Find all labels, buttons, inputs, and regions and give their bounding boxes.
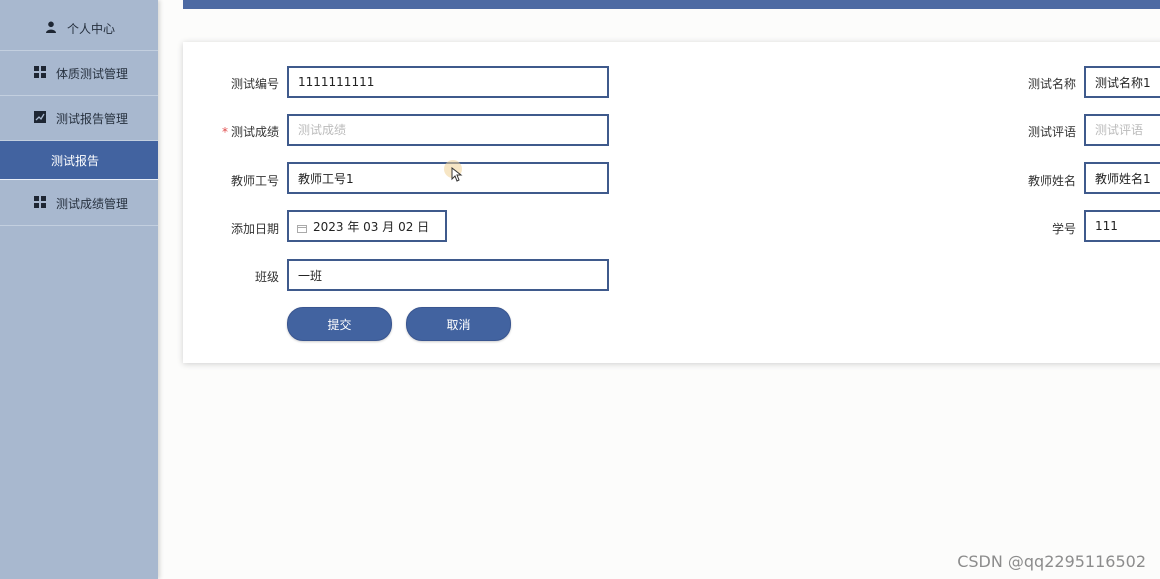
calendar-icon <box>297 222 307 233</box>
test-score-input[interactable] <box>287 114 609 146</box>
sidebar-item-label: 个人中心 <box>67 21 116 36</box>
cancel-button[interactable]: 取消 <box>406 307 511 341</box>
sidebar-item-label: 体质测试管理 <box>56 66 129 81</box>
test-name-label: 测试名称 <box>1027 77 1076 91</box>
sidebar-item-label: 测试成绩管理 <box>56 196 129 211</box>
student-no-input[interactable] <box>1084 210 1160 242</box>
teacher-name-input[interactable] <box>1084 162 1160 194</box>
teacher-name-label: 教师姓名 <box>1027 174 1076 188</box>
sidebar-item-label: 测试报告管理 <box>56 111 129 126</box>
test-no-input[interactable] <box>287 66 609 98</box>
date-picker[interactable]: 2023 年 03 月 02 日 <box>287 210 447 242</box>
sidebar-item-label: 测试报告 <box>51 153 100 168</box>
sidebar: 个人中心 体质测试管理 测试报告管理 测试报告 测试成绩管理 <box>0 0 158 579</box>
class-label: 班级 <box>254 270 279 284</box>
test-comment-input[interactable] <box>1084 114 1160 146</box>
watermark: CSDN @qq2295116502 <box>957 552 1146 571</box>
class-input[interactable] <box>287 259 609 291</box>
chart-icon <box>34 111 46 123</box>
mouse-cursor-icon <box>451 166 463 183</box>
sidebar-item-profile[interactable]: 个人中心 <box>0 6 158 51</box>
sidebar-item-report-management[interactable]: 测试报告管理 <box>0 96 158 141</box>
add-date-label: 添加日期 <box>230 222 279 236</box>
test-score-label: * 测试成绩 <box>222 123 279 140</box>
test-score-label-text: 测试成绩 <box>230 125 279 139</box>
required-mark: * <box>221 125 228 139</box>
submit-button[interactable]: 提交 <box>287 307 392 341</box>
student-no-label: 学号 <box>1051 222 1076 236</box>
sidebar-item-score-management[interactable]: 测试成绩管理 <box>0 181 158 226</box>
sidebar-item-report[interactable]: 测试报告 <box>0 141 158 180</box>
test-comment-label: 测试评语 <box>1027 125 1076 139</box>
sidebar-item-fitness-test[interactable]: 体质测试管理 <box>0 51 158 96</box>
test-name-input[interactable] <box>1084 66 1160 98</box>
test-no-label: 测试编号 <box>230 77 279 91</box>
grid-icon <box>34 196 46 208</box>
grid-icon <box>34 66 46 78</box>
date-value: 2023 年 03 月 02 日 <box>313 219 430 234</box>
teacher-no-label: 教师工号 <box>230 174 279 188</box>
top-bar <box>183 0 1160 9</box>
user-icon <box>45 21 57 33</box>
